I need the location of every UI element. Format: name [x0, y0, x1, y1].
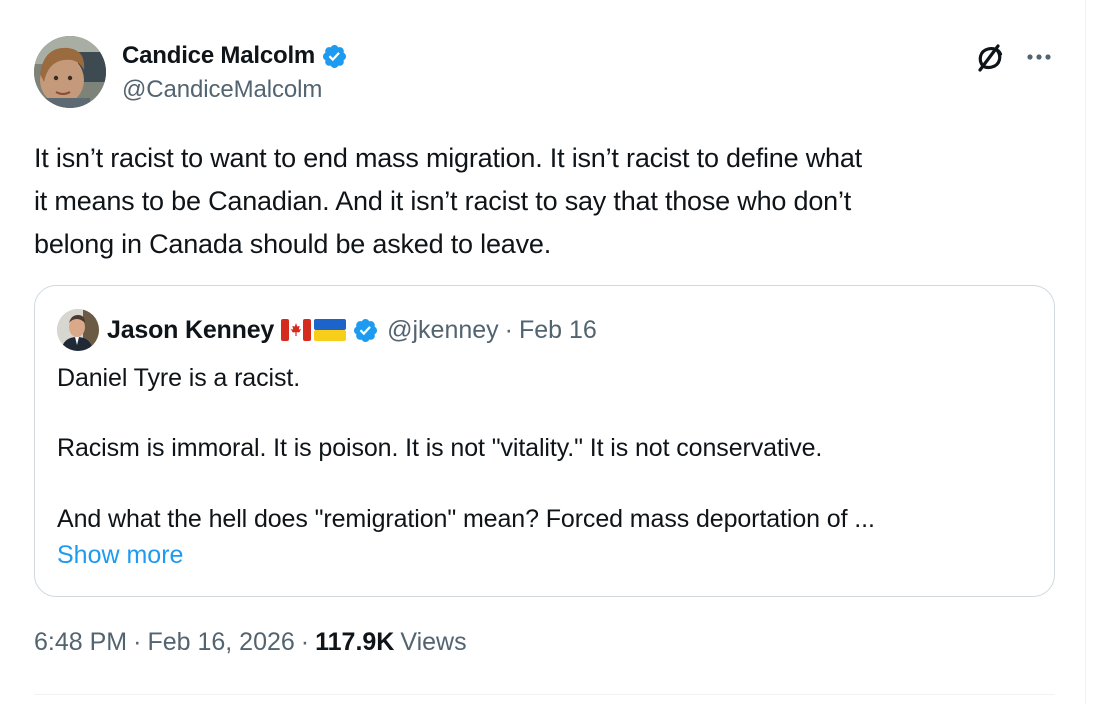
separator-dot: ·: [133, 628, 142, 656]
views-label: Views: [400, 628, 467, 656]
verified-badge-icon: [354, 318, 378, 342]
show-more-link[interactable]: Show more: [57, 541, 183, 570]
tweet-text-line: belong in Canada should be asked to leav…: [34, 229, 551, 259]
verified-badge-icon: [323, 44, 347, 68]
author-avatar[interactable]: [34, 36, 106, 108]
separator-dot: ·: [300, 628, 310, 656]
column-border: [1085, 0, 1086, 704]
quoted-tweet-line: Daniel Tyre is a racist.: [57, 364, 301, 392]
tweet-text-line: It isn’t racist to want to end mass migr…: [34, 143, 862, 173]
more-icon[interactable]: [1024, 46, 1054, 68]
quoted-tweet-header: Jason Kenney @jkenney · Feb 16: [57, 308, 597, 352]
canada-flag-icon: [281, 319, 312, 341]
separator-dot: ·: [504, 315, 513, 344]
tweet-text-line: it means to be Canadian. And it isn’t ra…: [34, 186, 852, 216]
author-display-name[interactable]: Candice Malcolm: [122, 42, 315, 70]
quoted-tweet-line: And what the hell does "remigration" mea…: [57, 505, 875, 533]
tweet-header: Candice Malcolm @CandiceMalcolm: [34, 36, 1070, 112]
quoted-author-avatar[interactable]: [57, 309, 99, 351]
quoted-tweet-date[interactable]: Feb 16: [519, 316, 597, 345]
quoted-tweet-card[interactable]: Jason Kenney @jkenney · Feb 16 Daniel Ty…: [34, 285, 1055, 597]
divider: [34, 694, 1055, 695]
quoted-author-name[interactable]: Jason Kenney: [107, 316, 274, 345]
ukraine-flag-icon: [314, 319, 347, 341]
tweet-time[interactable]: 6:48 PM: [34, 628, 127, 657]
quoted-tweet-line: Racism is immoral. It is poison. It is n…: [57, 434, 823, 462]
tweet-text: It isn’t racist to want to end mass migr…: [34, 137, 1064, 266]
author-handle[interactable]: @CandiceMalcolm: [122, 76, 348, 104]
tweet-date[interactable]: Feb 16, 2026: [147, 628, 294, 657]
quoted-author-handle[interactable]: @jkenney: [387, 316, 499, 345]
tweet-meta: 6:48 PM · Feb 16, 2026 · 117.9K Views: [34, 628, 467, 657]
views-count[interactable]: 117.9K: [315, 628, 394, 657]
grok-icon[interactable]: [972, 40, 1008, 76]
